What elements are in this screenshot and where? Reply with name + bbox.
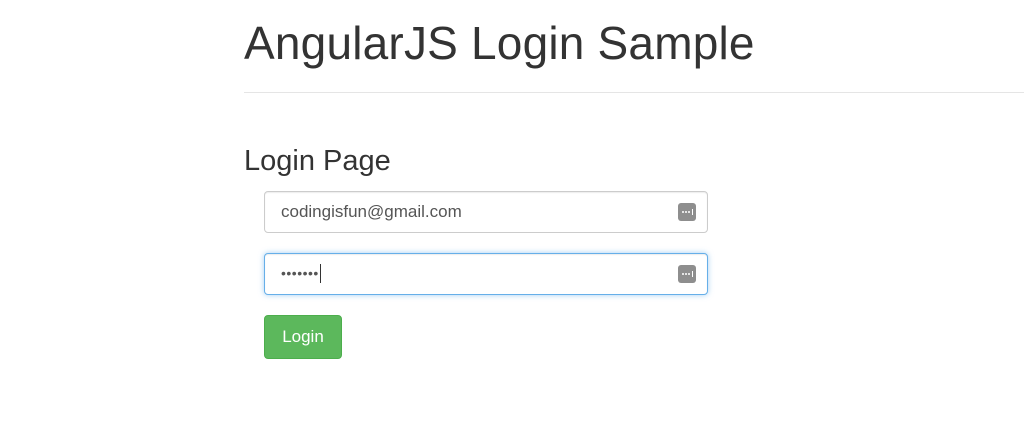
login-button[interactable]: Login bbox=[264, 315, 342, 359]
password-mask: ••••••• bbox=[281, 265, 319, 281]
header-divider bbox=[244, 92, 1024, 93]
password-field[interactable]: ••••••• bbox=[264, 253, 708, 295]
email-field[interactable]: codingisfun@gmail.com bbox=[264, 191, 708, 233]
keychain-autofill-icon[interactable] bbox=[678, 203, 696, 221]
page: AngularJS Login Sample Login Page coding… bbox=[0, 0, 1024, 424]
section-title: Login Page bbox=[244, 145, 391, 177]
page-title: AngularJS Login Sample bbox=[244, 17, 755, 69]
text-caret bbox=[319, 263, 321, 283]
keychain-autofill-icon[interactable] bbox=[678, 265, 696, 283]
email-value: codingisfun@gmail.com bbox=[281, 202, 462, 221]
password-value: ••••••• bbox=[281, 253, 321, 293]
